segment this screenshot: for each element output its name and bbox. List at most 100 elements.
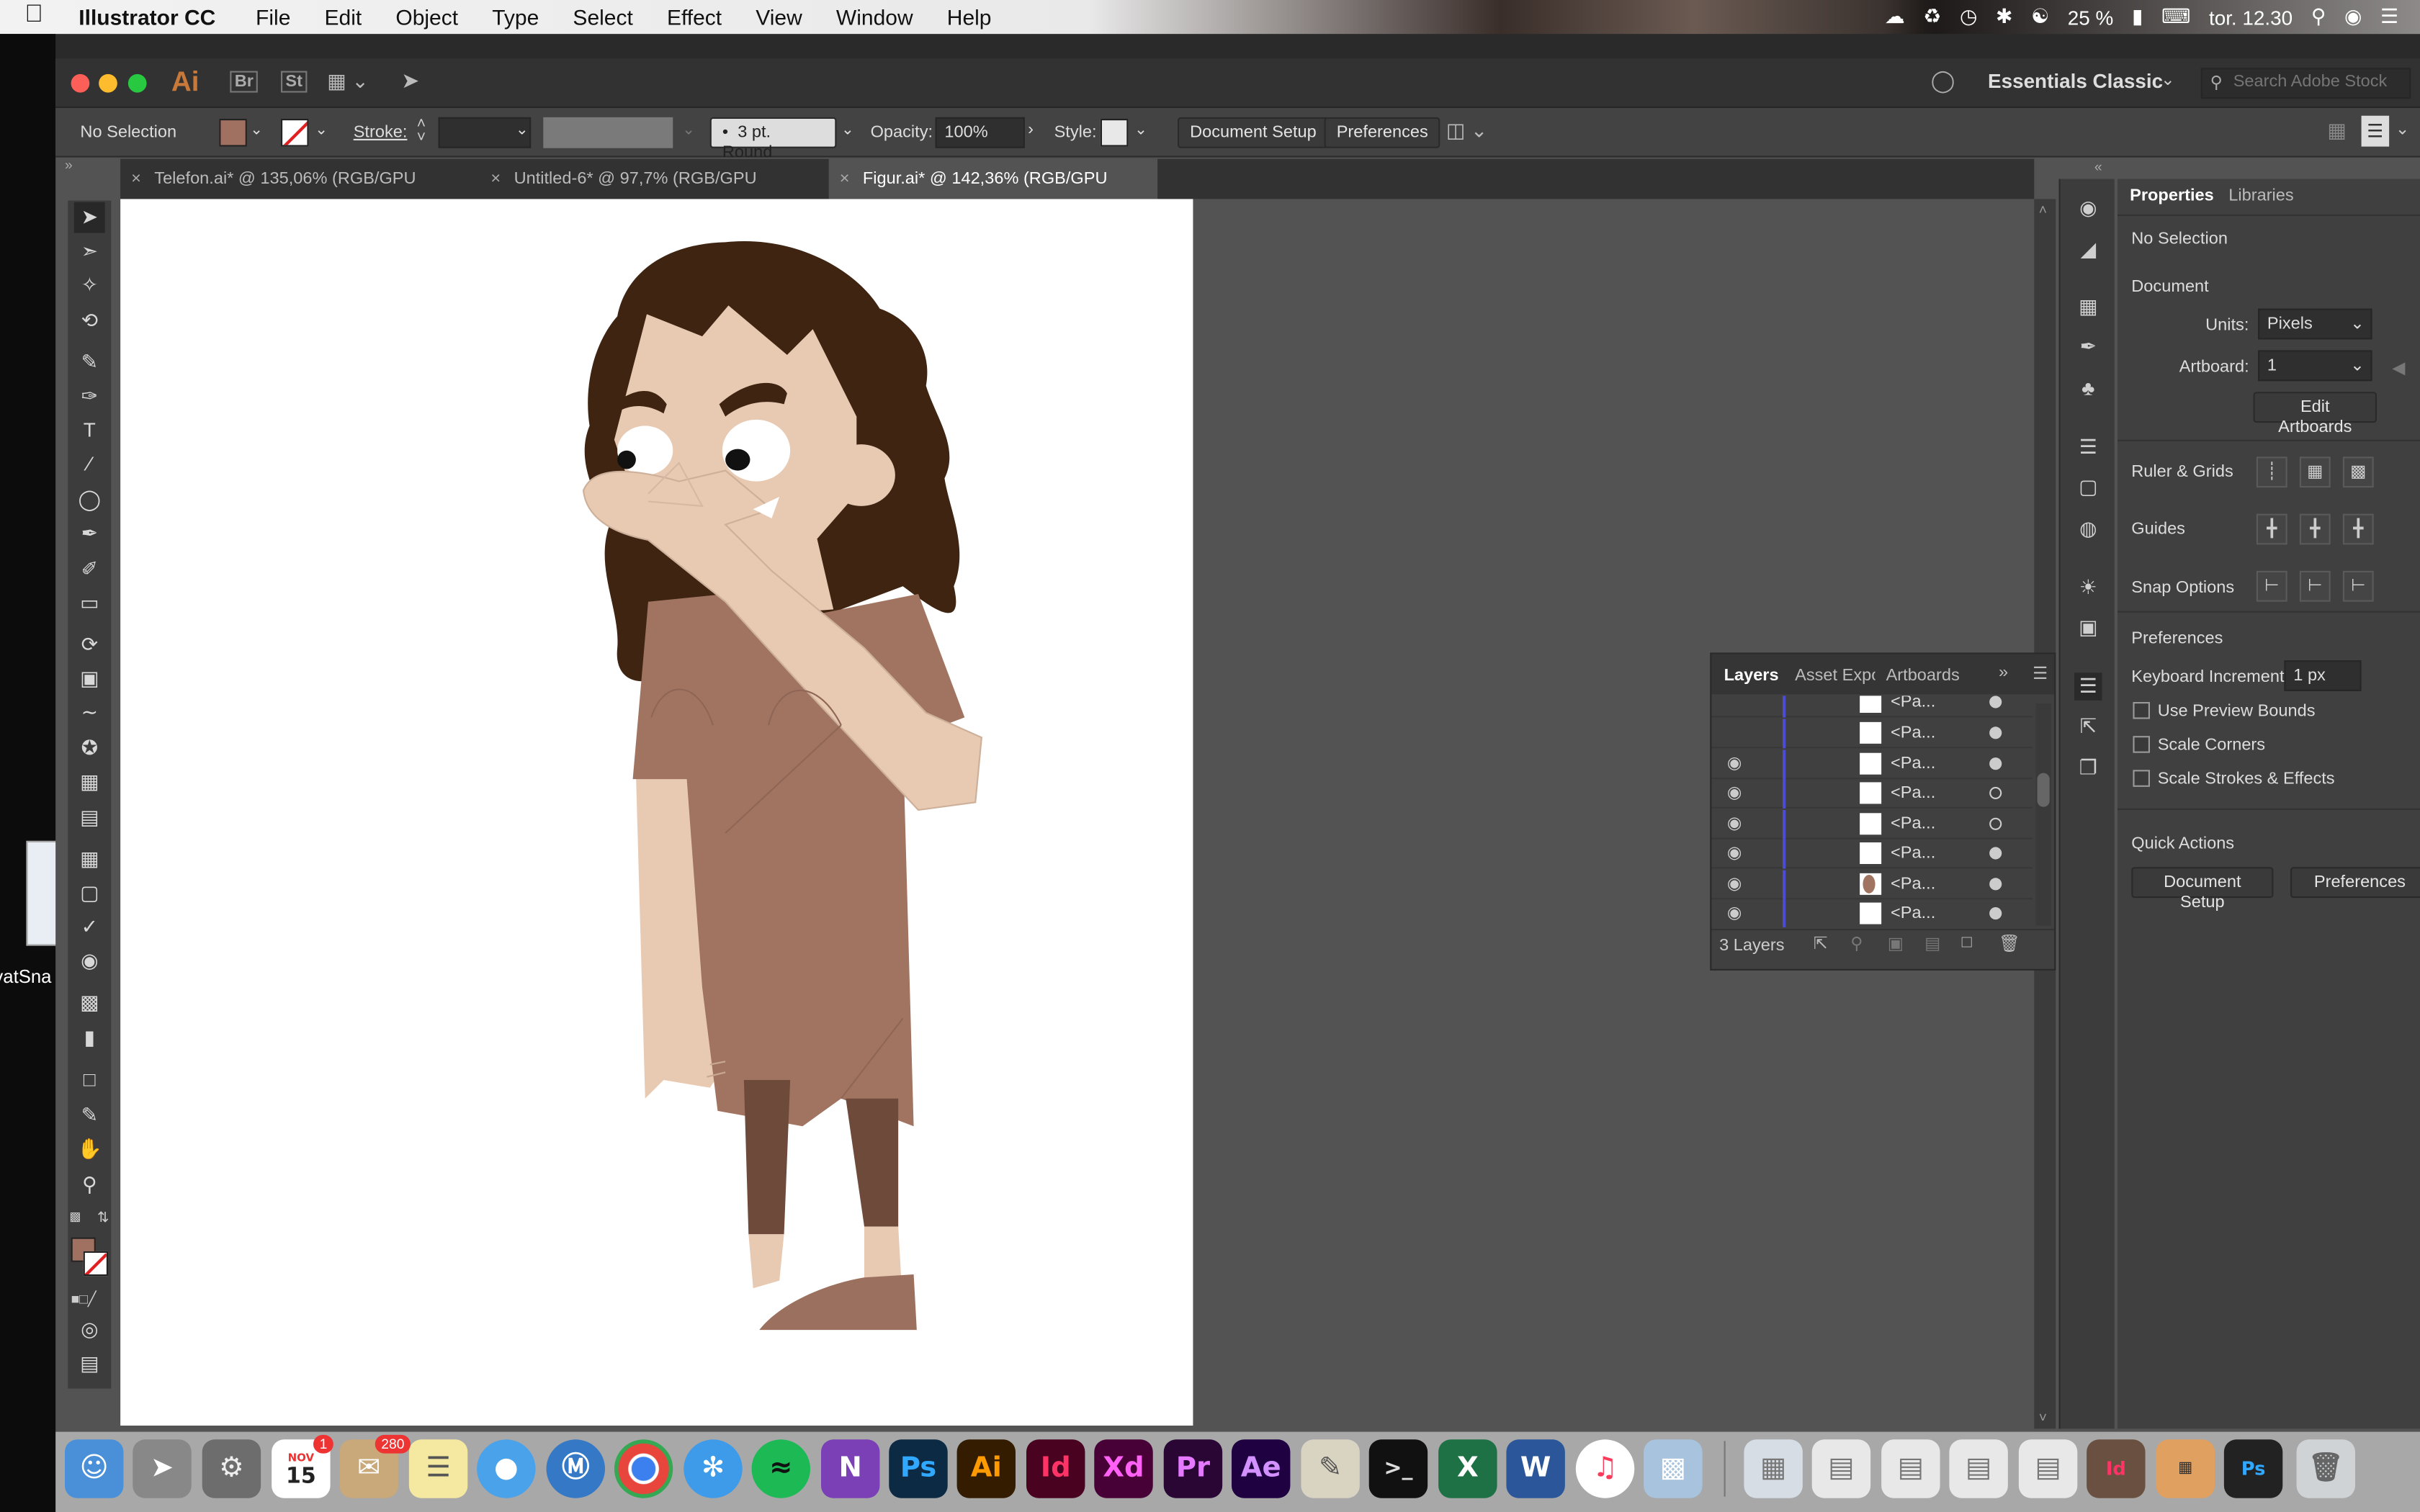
export-icon[interactable]: ⇱ xyxy=(1814,933,1828,954)
tab-figur[interactable]: ×Figur.ai* @ 142,36% (RGB/GPU Preview) xyxy=(828,158,1158,228)
align-icon[interactable]: ◫ ⌄ xyxy=(1446,119,1487,143)
after-effects-icon[interactable]: Ae xyxy=(1232,1439,1291,1498)
stroke-swatch[interactable] xyxy=(281,119,309,147)
tab-telefon[interactable]: ×Telefon.ai* @ 135,06% (RGB/GPU Preview) xyxy=(120,159,475,228)
clipping-mask-icon[interactable]: ▣ xyxy=(1888,933,1904,954)
new-sublayer-icon[interactable]: ▤ xyxy=(1924,933,1940,954)
artboard-select[interactable]: 1 ⌄ xyxy=(2258,350,2372,382)
collapse-toolbar-icon[interactable]: » xyxy=(65,158,73,173)
eye-icon[interactable]: ◉ xyxy=(1727,873,1742,894)
rotate-tool-icon[interactable]: ⟳ xyxy=(74,629,105,660)
blend-tool-icon[interactable]: ◉ xyxy=(74,946,105,977)
sync-icon[interactable]: ♻ xyxy=(1923,4,1941,29)
brush-definition[interactable]: • 3 pt. Round xyxy=(709,117,837,162)
chevron-left-icon[interactable]: ◀ xyxy=(2392,358,2405,378)
notification-center-icon[interactable]: ☰ xyxy=(2380,4,2398,29)
transparency-grid-icon[interactable]: ▩ xyxy=(2342,456,2374,488)
eye-icon[interactable]: ◉ xyxy=(1727,782,1742,803)
layer-name[interactable]: <Pa... xyxy=(1891,814,1935,833)
terminal-icon[interactable]: >_ xyxy=(1368,1439,1428,1498)
menu-window[interactable]: Window xyxy=(836,4,913,29)
mesh-tool-icon[interactable]: ▦ xyxy=(74,844,105,875)
creative-cloud-icon[interactable]: ☁ xyxy=(1885,4,1905,29)
menu-view[interactable]: View xyxy=(756,4,802,29)
pen-tool-icon[interactable]: ✎ xyxy=(74,347,105,378)
photoshop-file-icon[interactable]: Ps xyxy=(2223,1439,2283,1498)
close-window-button[interactable] xyxy=(71,73,90,93)
target-circle-icon[interactable] xyxy=(1989,847,2002,860)
eraser-tool-icon[interactable]: ▭ xyxy=(74,588,105,618)
eye-icon[interactable]: ◉ xyxy=(1727,842,1742,863)
tab-properties[interactable]: Properties xyxy=(2130,179,2214,213)
stroke-color-icon[interactable] xyxy=(83,1251,108,1277)
onenote-icon[interactable]: N xyxy=(821,1439,880,1498)
scale-corners-label[interactable]: Scale Corners xyxy=(2158,736,2265,755)
fill-swatch[interactable] xyxy=(219,119,247,147)
tab-artboards[interactable]: Artboards xyxy=(1886,667,1960,685)
puppet-warp-tool-icon[interactable]: ✪ xyxy=(74,733,105,764)
siri-icon[interactable]: ◉ xyxy=(2344,4,2362,29)
layers-panel-icon[interactable]: ☰ xyxy=(2074,672,2102,701)
line-tool-icon[interactable]: ⁄ xyxy=(74,449,105,480)
close-icon[interactable]: × xyxy=(131,159,141,199)
eye-icon[interactable]: ◉ xyxy=(1727,903,1742,923)
safari-icon[interactable]: ✻ xyxy=(684,1439,743,1498)
downloads-stack-icon[interactable]: ▦ xyxy=(1744,1439,1803,1498)
trash-icon[interactable]: 🗑 xyxy=(1999,933,2020,954)
menu-object[interactable]: Object xyxy=(395,4,458,29)
left-leg-shape[interactable] xyxy=(743,1080,791,1235)
graphic-styles-icon[interactable]: ▣ xyxy=(2074,614,2102,642)
scroll-up-icon[interactable]: ˄ xyxy=(2039,202,2047,217)
layers-scrollbar[interactable] xyxy=(2035,703,2051,926)
stroke-stepper[interactable]: ˄ ˅ xyxy=(417,117,426,146)
preview-icon[interactable]: ✎ xyxy=(1301,1439,1360,1498)
notes-icon[interactable]: ☰ xyxy=(408,1439,468,1498)
chevron-down-icon[interactable]: ⌄ xyxy=(1134,122,1147,139)
zoom-tool-icon[interactable]: ⚲ xyxy=(74,1169,105,1200)
menu-effect[interactable]: Effect xyxy=(667,4,722,29)
finder-icon[interactable]: ☺ xyxy=(65,1439,124,1498)
color-guide-icon[interactable]: ◢ xyxy=(2074,236,2102,264)
tab-libraries[interactable]: Libraries xyxy=(2228,179,2293,213)
swatches-icon[interactable]: ▦ xyxy=(2074,293,2102,321)
target-circle-icon[interactable] xyxy=(1989,878,2002,891)
lightbulb-icon[interactable]: ◯ xyxy=(1931,68,1955,94)
maximize-window-button[interactable] xyxy=(127,73,147,93)
asset-export-icon[interactable]: ⇱ xyxy=(2074,713,2102,741)
close-icon[interactable]: × xyxy=(490,159,501,199)
chevron-down-icon[interactable]: ⌄ xyxy=(2161,69,2175,90)
screenshot-thumbnail-3[interactable]: ▤ xyxy=(1949,1439,2008,1498)
shoe-shape[interactable] xyxy=(759,1274,917,1331)
layer-name[interactable]: <Pa... xyxy=(1891,784,1935,803)
character-illustration[interactable] xyxy=(120,199,1193,1426)
app-menu[interactable]: Illustrator CC xyxy=(79,4,215,29)
width-tool-icon[interactable]: ∼ xyxy=(74,698,105,729)
target-circle-icon[interactable] xyxy=(1989,817,2002,830)
layer-row[interactable]: <Pa... xyxy=(1711,719,2033,749)
workspace-switcher[interactable]: Essentials Classic xyxy=(1988,69,2163,92)
collapse-panels-icon[interactable]: « xyxy=(2094,159,2102,174)
shape-builder-tool-icon[interactable]: ▤ xyxy=(74,802,105,833)
direct-selection-tool-icon[interactable]: ➣ xyxy=(74,236,105,267)
smart-guides-icon[interactable]: ╋ xyxy=(2342,513,2374,545)
lasso-tool-icon[interactable]: ⟲ xyxy=(74,305,105,336)
lock-guides-icon[interactable]: ╋ xyxy=(2299,513,2331,545)
right-ankle-shape[interactable] xyxy=(864,1226,902,1281)
scale-corners-checkbox[interactable] xyxy=(2133,736,2150,753)
music-icon[interactable]: ♫ xyxy=(1575,1439,1635,1498)
word-icon[interactable]: W xyxy=(1506,1439,1565,1498)
scale-strokes-label[interactable]: Scale Strokes & Effects xyxy=(2158,770,2335,788)
close-icon[interactable]: × xyxy=(840,159,850,199)
ellipse-tool-icon[interactable]: ◯ xyxy=(74,485,105,516)
new-layer-icon[interactable]: □ xyxy=(1962,933,1972,952)
menu-file[interactable]: File xyxy=(256,4,290,29)
chrome-icon[interactable] xyxy=(614,1439,673,1498)
apple-icon[interactable]:  xyxy=(24,1,43,30)
guides-icon[interactable]: ╋ xyxy=(2256,513,2287,545)
artboard[interactable] xyxy=(120,199,1193,1426)
appearance-icon[interactable]: ☀ xyxy=(2074,574,2102,602)
opacity-field[interactable]: 100% xyxy=(935,117,1025,148)
layer-name[interactable]: <Pa... xyxy=(1891,904,1935,923)
minimize-window-button[interactable] xyxy=(99,73,117,93)
quick-document-setup-button[interactable]: Document Setup xyxy=(2131,867,2274,912)
